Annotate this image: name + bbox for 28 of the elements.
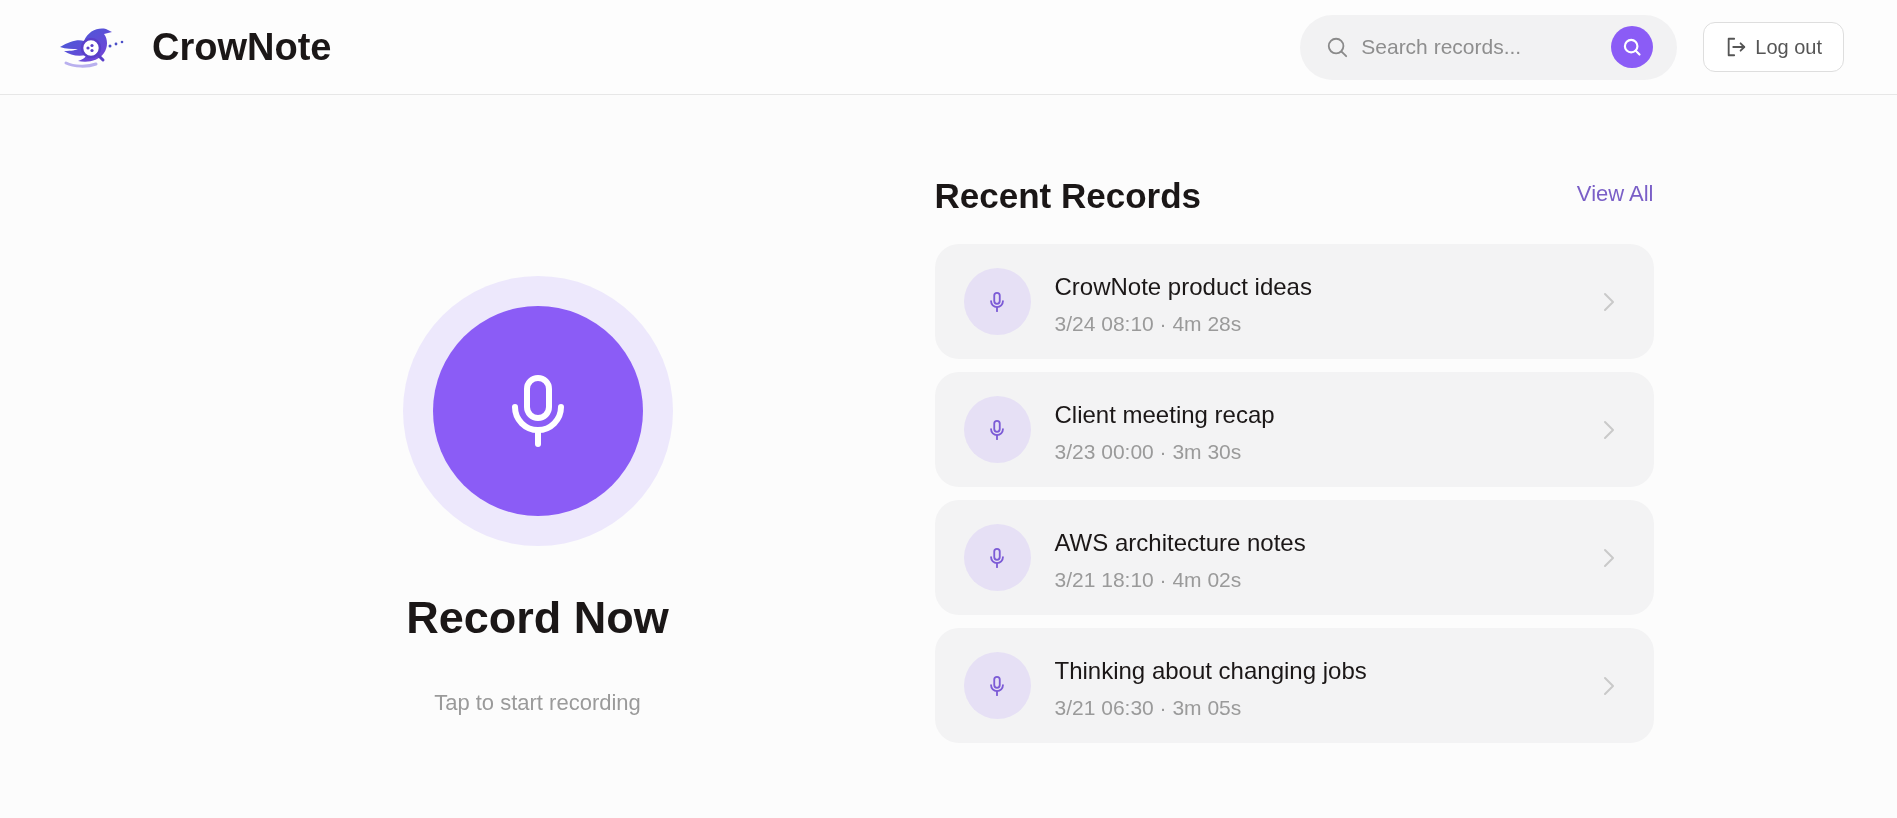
search-icon — [1622, 37, 1643, 57]
record-meta: 3/24 08:10 · 4m 28s — [1054, 310, 1242, 337]
logout-button[interactable]: Log out — [1703, 22, 1844, 72]
record-meta: 3/23 00:00 · 3m 30s — [1054, 438, 1242, 465]
record-hint: Tap to start recording — [434, 690, 641, 716]
record-card[interactable]: AWS architecture notes 3/21 18:10 · 4m 02s — [934, 500, 1654, 615]
record-card[interactable]: Thinking about changing jobs 3/21 06:30 · 3m 05s — [934, 628, 1654, 743]
record-meta: 3/21 06:30 · 3m 05s — [1054, 694, 1242, 721]
record-name: Thinking about changing jobs — [1054, 655, 1367, 686]
record-name: CrowNote product ideas — [1054, 271, 1312, 302]
chevron-right-icon — [1602, 675, 1615, 696]
search-button[interactable] — [1611, 26, 1654, 68]
chevron-right-icon — [1602, 547, 1615, 568]
record-card[interactable]: Client meeting recap 3/23 00:00 · 3m 30s — [934, 372, 1654, 487]
brand-name: CrowNote — [152, 25, 332, 70]
record-name: Client meeting recap — [1054, 399, 1275, 430]
microphone-icon — [510, 375, 565, 447]
record-card[interactable]: CrowNote product ideas 3/24 08:10 · 4m 28s — [934, 244, 1654, 359]
logout-icon — [1725, 36, 1748, 58]
chevron-right-icon — [1602, 419, 1615, 440]
view-all-link[interactable]: View All — [1576, 181, 1654, 207]
chevron-right-icon — [1602, 291, 1615, 312]
section-title: Recent Records — [934, 175, 1201, 217]
record-meta: 3/21 18:10 · 4m 02s — [1054, 566, 1242, 593]
search-icon — [1326, 36, 1349, 58]
record-title: Record Now — [406, 591, 669, 645]
record-name: AWS architecture notes — [1054, 527, 1306, 558]
search-field[interactable]: Search records... — [1361, 35, 1604, 59]
